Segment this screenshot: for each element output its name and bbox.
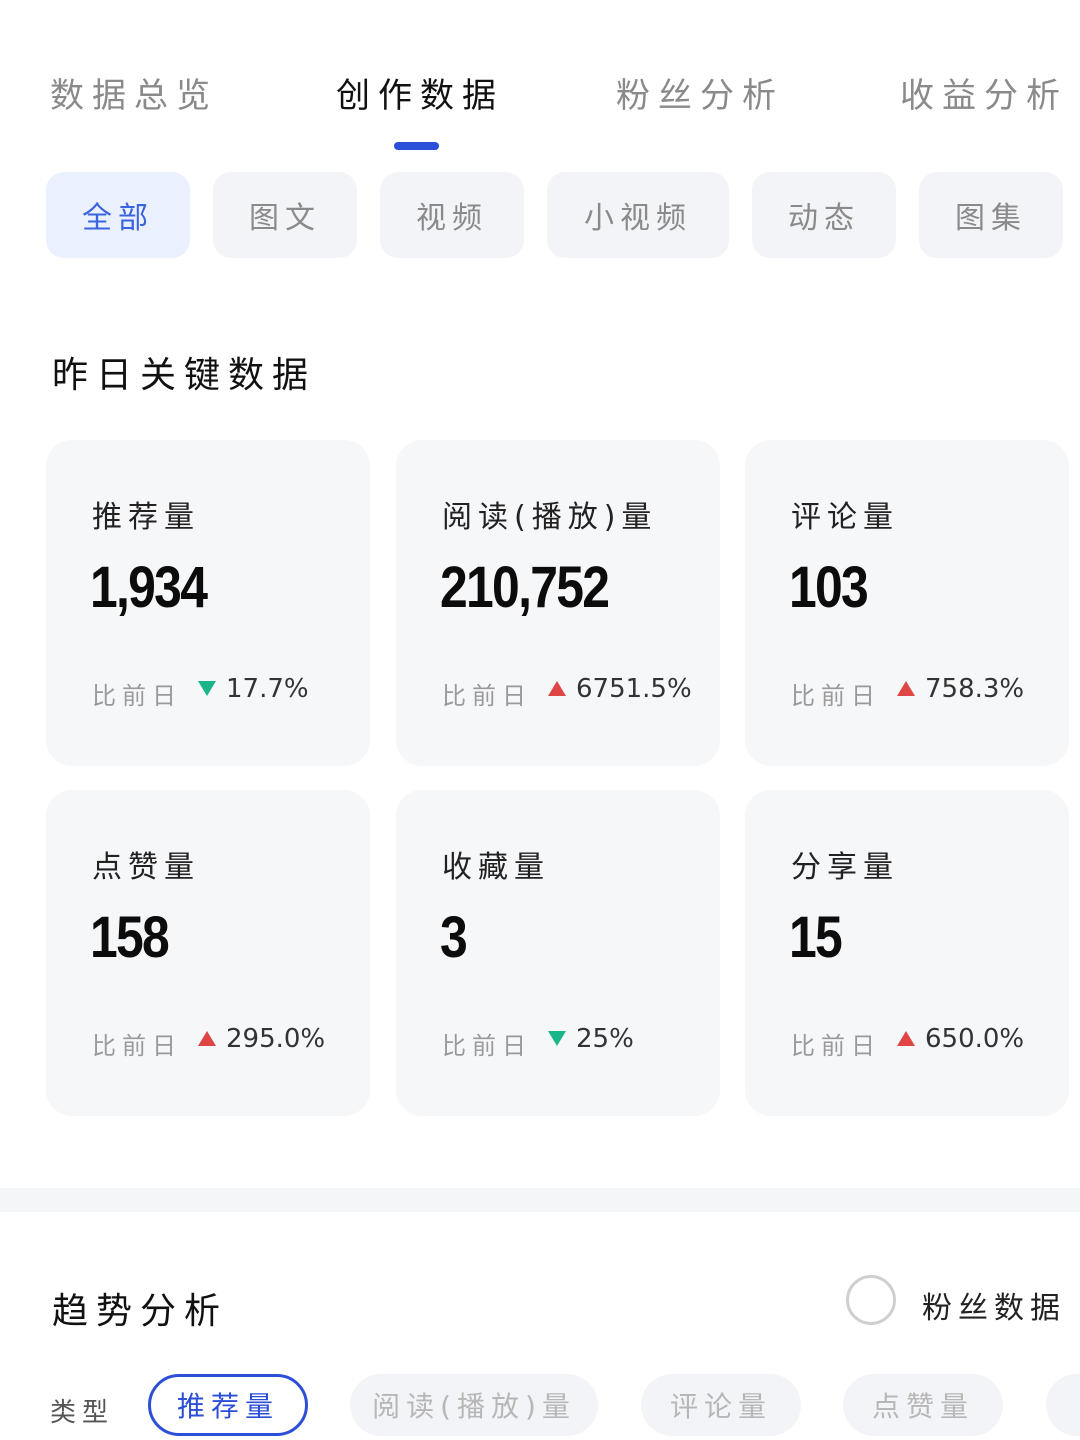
trend-title: 趋势分析 [52, 1291, 229, 1332]
chip-short-video[interactable]: 小视频 [547, 172, 729, 258]
metric-label: 评论量 [791, 500, 899, 535]
type-label: 类型 [50, 1398, 115, 1428]
active-tab-indicator [394, 142, 439, 150]
metric-label: 点赞量 [92, 850, 200, 885]
metric-pill-comments[interactable]: 评论量 [641, 1374, 801, 1436]
trend-up-icon [897, 1031, 915, 1046]
metric-value: 3 [440, 905, 468, 970]
metric-value: 1,934 [90, 555, 208, 620]
compare-label: 比前日 [791, 682, 881, 710]
section-divider [0, 1188, 1080, 1212]
key-data-title: 昨日关键数据 [52, 355, 317, 396]
metric-pill-reads[interactable]: 阅读(播放)量 [350, 1374, 598, 1436]
compare-label: 比前日 [791, 1032, 881, 1060]
fans-data-label[interactable]: 粉丝数据 [922, 1283, 1066, 1327]
metric-label: 推荐量 [92, 500, 200, 535]
metric-value: 158 [90, 905, 170, 970]
metric-value: 15 [789, 905, 843, 970]
metric-change: 295.0% [226, 1024, 326, 1054]
metric-pill-more[interactable] [1046, 1374, 1080, 1436]
metric-card-favorites[interactable]: 收藏量 3 比前日 25% [396, 790, 720, 1116]
metric-label: 阅读(播放)量 [442, 500, 658, 535]
metric-card-likes[interactable]: 点赞量 158 比前日 295.0% [46, 790, 370, 1116]
content-type-filter: 全部 图文 视频 小视频 动态 图集 [0, 172, 1080, 260]
metric-change: 6751.5% [576, 674, 692, 704]
metric-card-comments[interactable]: 评论量 103 比前日 758.3% [745, 440, 1069, 766]
trend-down-icon [198, 681, 216, 696]
metric-label: 收藏量 [442, 850, 550, 885]
trend-up-icon [198, 1031, 216, 1046]
compare-label: 比前日 [92, 1032, 182, 1060]
chip-video[interactable]: 视频 [380, 172, 524, 258]
metric-label: 分享量 [791, 850, 899, 885]
top-tabs: 数据总览 创作数据 粉丝分析 收益分析 [0, 60, 1080, 160]
chip-article[interactable]: 图文 [213, 172, 357, 258]
trend-down-icon [548, 1031, 566, 1046]
trend-up-icon [548, 681, 566, 696]
metric-pill-likes[interactable]: 点赞量 [843, 1374, 1003, 1436]
metric-value: 210,752 [440, 555, 610, 620]
metric-change: 25% [576, 1024, 634, 1054]
metric-change: 650.0% [925, 1024, 1025, 1054]
metric-card-shares[interactable]: 分享量 15 比前日 650.0% [745, 790, 1069, 1116]
tab-creation-data[interactable]: 创作数据 [336, 68, 504, 117]
metric-change: 17.7% [226, 674, 309, 704]
metric-change: 758.3% [925, 674, 1025, 704]
chip-moments[interactable]: 动态 [752, 172, 896, 258]
fans-data-radio[interactable] [846, 1275, 896, 1325]
compare-label: 比前日 [442, 1032, 532, 1060]
tab-fans-analysis[interactable]: 粉丝分析 [616, 68, 784, 117]
metric-pill-recommend[interactable]: 推荐量 [148, 1374, 308, 1436]
trend-up-icon [897, 681, 915, 696]
metric-card-recommend[interactable]: 推荐量 1,934 比前日 17.7% [46, 440, 370, 766]
metric-card-reads[interactable]: 阅读(播放)量 210,752 比前日 6751.5% [396, 440, 720, 766]
compare-label: 比前日 [442, 682, 532, 710]
chip-gallery[interactable]: 图集 [919, 172, 1063, 258]
chip-all[interactable]: 全部 [46, 172, 190, 258]
metric-value: 103 [789, 555, 869, 620]
compare-label: 比前日 [92, 682, 182, 710]
tab-overview[interactable]: 数据总览 [50, 68, 218, 117]
tab-revenue-analysis[interactable]: 收益分析 [900, 68, 1068, 117]
